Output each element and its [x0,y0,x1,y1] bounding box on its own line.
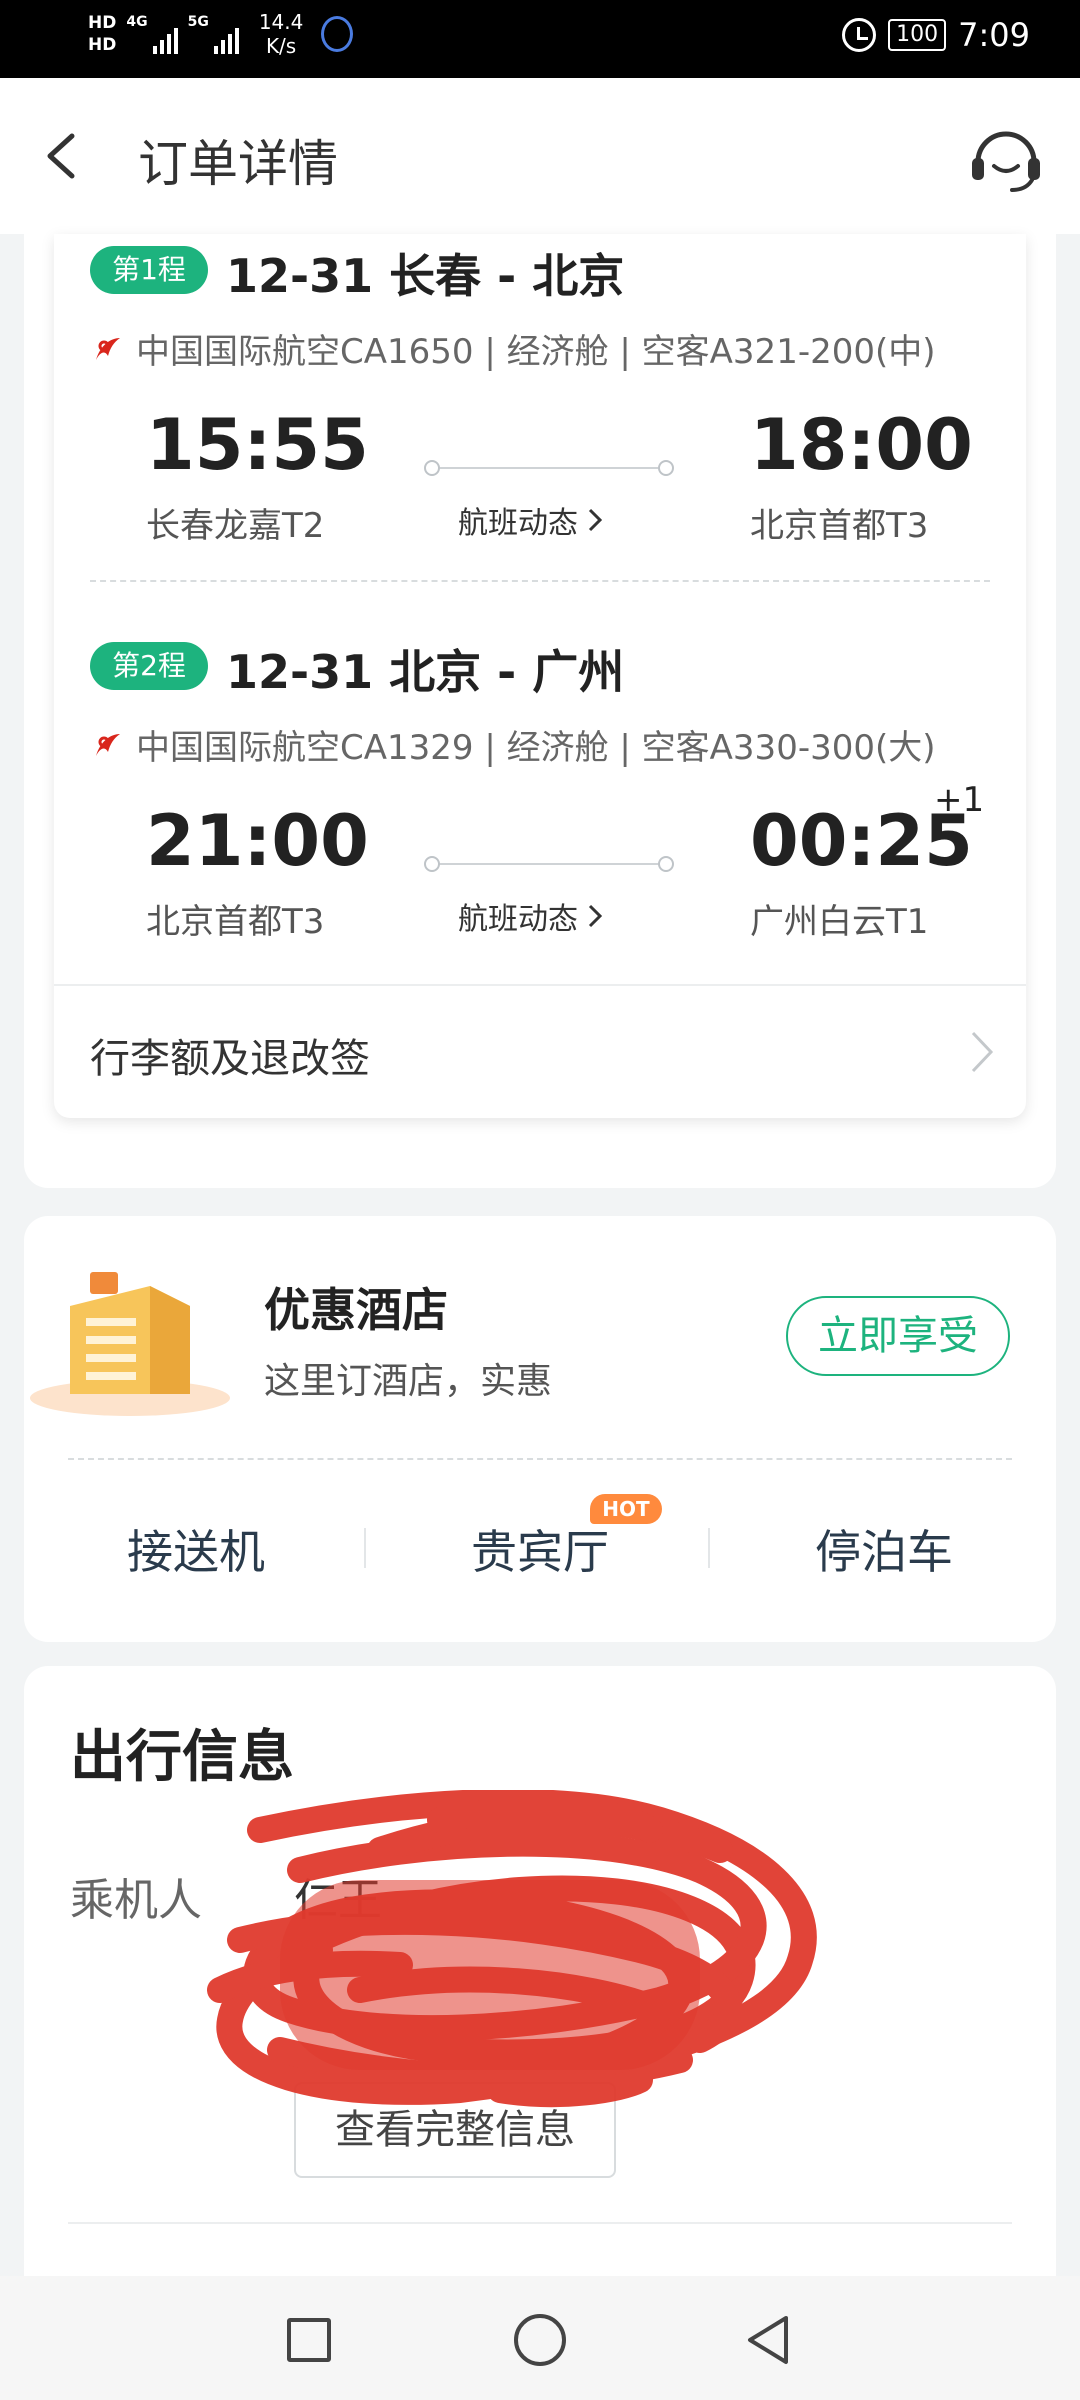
net1-label: 4G [126,14,148,30]
departure-airport: 长春龙嘉T2 [146,506,325,546]
departure-time: 15:55 [146,404,369,486]
page-title: 订单详情 [138,135,338,193]
net2-label: 5G [187,14,209,30]
airline-info-text: 中国国际航空CA1329 | 经济舱 | 空客A330-300(大) [136,728,936,768]
flight-status-link[interactable]: 航班动态 [458,498,602,542]
status-bar-right: 100 7:09 [842,16,1030,54]
departure-airport: 北京首都T3 [146,902,325,942]
flight-status-link[interactable]: 航班动态 [458,894,602,938]
recent-apps-icon[interactable] [287,2318,331,2362]
hotel-building-icon [30,1272,230,1416]
redaction-scribble [207,1790,817,2108]
signal-5g-icon: 5G [188,14,239,54]
hd2-label: HD [88,35,117,55]
flight-track [424,458,674,478]
signal-4g-icon: 4G [126,14,178,54]
service-parking[interactable]: 停泊车 [712,1516,1056,1582]
chevron-left-icon[interactable] [42,132,82,180]
flight-status-label: 航班动态 [458,902,578,937]
travel-info-title: 出行信息 [70,1725,294,1790]
back-triangle-icon[interactable] [744,2314,792,2366]
passenger-label: 乘机人 [70,1875,202,1926]
flight-track [424,854,674,874]
leg-badge: 第2程 [90,642,208,690]
departure-time: 21:00 [146,800,369,882]
hd-indicator: HD HD [88,12,116,56]
hot-badge: HOT [590,1494,662,1524]
plus-day-badge: +1 [934,780,985,820]
airline-info: 中国国际航空CA1329 | 经济舱 | 空客A330-300(大) [90,720,936,769]
airline-info: 中国国际航空CA1650 | 经济舱 | 空客A321-200(中) [90,324,936,373]
airline-info-text: 中国国际航空CA1650 | 经济舱 | 空客A321-200(中) [136,332,936,372]
speed-unit: K/s [265,34,297,58]
chevron-right-icon [588,904,602,928]
flight-status-label: 航班动态 [458,506,578,541]
hd1-label: HD [88,13,117,33]
hotel-divider [68,1458,1012,1460]
hotel-description: 这里订酒店，实惠 [264,1361,553,1402]
arrival-airport: 北京首都T3 [750,506,929,546]
headset-icon[interactable] [968,122,1044,194]
hotel-title: 优惠酒店 [264,1283,448,1337]
baggage-policy-label: 行李额及退改签 [90,1036,370,1082]
arrival-airport: 广州白云T1 [750,902,929,942]
air-china-logo-icon [96,733,120,756]
service-vip-lounge[interactable]: 贵宾厅 [368,1516,712,1582]
enjoy-now-button[interactable]: 立即享受 [786,1296,1010,1376]
arrival-time: 18:00 [750,404,973,486]
status-bar-left: HD HD 4G 5G 14.4 K/s [88,10,354,58]
leg-divider [90,580,990,582]
leg-route: 12-31 长春 - 北京 [226,249,625,303]
page-header: 订单详情 [0,78,1080,234]
battery-icon: 100 [888,19,947,51]
speed-value: 14.4 [258,10,304,34]
info-divider [68,2222,1012,2224]
leg-badge: 第1程 [90,246,208,294]
hotel-promo-card: 优惠酒店 这里订酒店，实惠 立即享受 接送机 贵宾厅 HOT 停泊车 [24,1216,1056,1642]
system-nav-bar [0,2276,1080,2400]
clock: 7:09 [958,16,1030,54]
service-airport-transfer[interactable]: 接送机 [24,1516,368,1582]
service-separator [364,1528,366,1568]
app-notification-icon [321,16,354,52]
alarm-icon [842,18,877,52]
baggage-policy-row[interactable]: 行李额及退改签 [54,984,1026,1118]
home-icon[interactable] [514,2314,566,2366]
air-china-logo-icon [96,337,120,360]
leg-route: 12-31 北京 - 广州 [226,645,625,699]
chevron-right-icon [971,1031,994,1073]
status-bar: HD HD 4G 5G 14.4 K/s 100 7:09 [0,0,1080,78]
chevron-right-icon [588,508,602,532]
network-speed: 14.4 K/s [259,10,304,58]
flight-card: 第1程 12-31 长春 - 北京 中国国际航空CA1650 | 经济舱 | 空… [54,234,1026,1118]
service-separator [708,1528,710,1568]
